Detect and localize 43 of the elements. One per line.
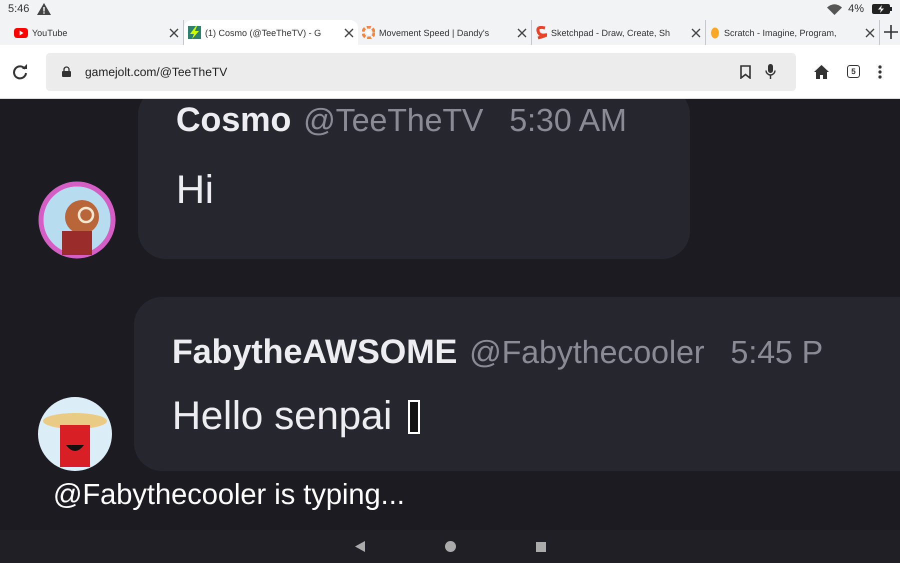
message-time: 5:45 P [730, 334, 824, 371]
close-icon[interactable] [517, 28, 527, 38]
wifi-icon [827, 4, 842, 14]
youtube-icon [14, 28, 28, 38]
browser-tab[interactable]: (1) Cosmo (@TeeTheTV) - G [184, 20, 358, 45]
message-text: Hi [176, 168, 214, 213]
typing-indicator: @Fabythecooler is typing... [53, 479, 406, 512]
new-tab-icon[interactable] [884, 25, 898, 39]
clock-time: 5:46 [8, 3, 30, 15]
tab-title: Scratch - Imagine, Program, [724, 28, 838, 38]
url-text: gamejolt.com/@TeeTheTV [85, 64, 228, 78]
bookmark-icon[interactable] [740, 64, 751, 78]
author-handle: @Fabythecooler [469, 334, 705, 371]
tab-title: Sketchpad - Draw, Create, Sh [551, 28, 672, 38]
lock-icon [62, 66, 71, 77]
warning-icon [37, 3, 52, 15]
author-name: Cosmo [176, 101, 292, 140]
close-icon[interactable] [865, 28, 875, 38]
close-icon[interactable] [169, 28, 179, 38]
author-name: FabytheAWSOME [172, 333, 458, 372]
lightning-icon [188, 26, 201, 39]
avatar[interactable] [38, 181, 116, 259]
more-menu-icon[interactable] [878, 64, 882, 78]
message-text: Hello senpai [172, 394, 392, 439]
home-icon[interactable] [444, 541, 456, 552]
tab-count-button[interactable]: 5 [847, 65, 860, 78]
tab-title: (1) Cosmo (@TeeTheTV) - G [205, 28, 322, 38]
back-icon[interactable] [354, 541, 364, 552]
author-handle: @TeeTheTV [303, 102, 484, 139]
recents-icon[interactable] [536, 542, 546, 552]
battery-percentage: 4% [848, 3, 864, 15]
home-icon[interactable] [814, 64, 829, 78]
tab-title: Movement Speed | Dandy's [379, 28, 490, 38]
avatar[interactable] [38, 397, 112, 471]
s-logo-icon [536, 26, 547, 40]
microphone-icon[interactable] [765, 64, 776, 79]
reload-icon[interactable] [12, 64, 28, 80]
battery-charging-icon [872, 4, 892, 14]
close-icon[interactable] [344, 28, 354, 38]
close-icon[interactable] [691, 28, 701, 38]
address-bar[interactable]: gamejolt.com/@TeeTheTV [46, 52, 796, 90]
message-time: 5:30 AM [509, 102, 627, 139]
tab-title: YouTube [32, 28, 68, 38]
